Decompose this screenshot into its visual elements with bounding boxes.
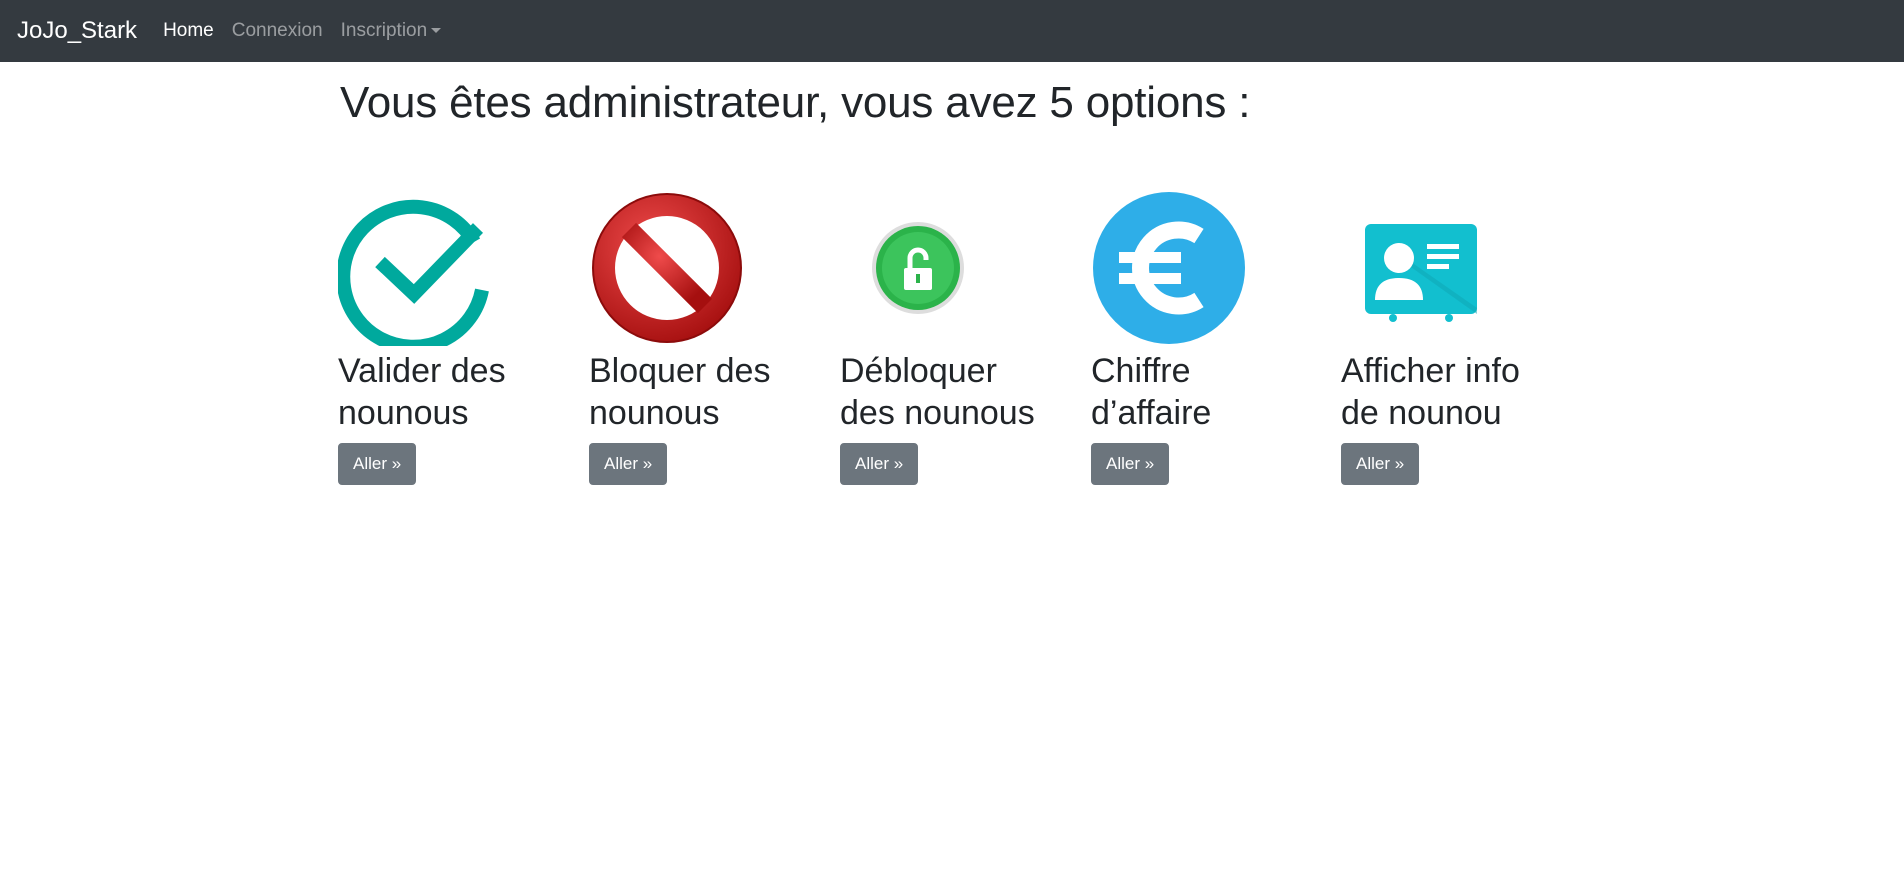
nav-inscription-dropdown[interactable]: Inscription: [341, 20, 442, 42]
option-title-line1: Chiffre: [1091, 352, 1191, 390]
chiffre-affaire-go-button[interactable]: Aller »: [1091, 443, 1170, 485]
option-title: Bloquer des nounous: [589, 350, 829, 434]
option-title-line2: d’affaire: [1091, 394, 1212, 432]
option-afficher-info: Afficher info de nounou Aller »: [1341, 190, 1581, 485]
option-title-line2: des nounous: [840, 394, 1035, 432]
option-bloquer: Bloquer des nounous Aller »: [589, 190, 829, 485]
option-title-line2: nounous: [589, 394, 720, 432]
valider-go-button[interactable]: Aller »: [338, 443, 417, 485]
check-circle-icon: [338, 199, 489, 346]
nav-home[interactable]: Home: [163, 20, 214, 42]
euro-icon: [1093, 192, 1245, 344]
option-chiffre-affaire: Chiffre d’affaire Aller »: [1091, 190, 1331, 485]
nav-connexion[interactable]: Connexion: [232, 20, 323, 42]
option-title: Valider des nounous: [338, 350, 578, 434]
page-title: Vous êtes administrateur, vous avez 5 op…: [340, 78, 1251, 127]
option-valider: Valider des nounous Aller »: [338, 190, 578, 485]
brand-logo[interactable]: JoJo_Stark: [17, 17, 137, 45]
bloquer-go-button[interactable]: Aller »: [589, 443, 668, 485]
block-sign-icon: [592, 193, 742, 343]
id-card-icon: [1365, 224, 1477, 322]
option-title-line2: nounous: [338, 394, 469, 432]
option-title: Débloquer des nounous: [840, 350, 1080, 434]
option-title: Afficher info de nounou: [1341, 350, 1581, 434]
option-title-line1: Bloquer des: [589, 352, 771, 390]
option-title: Chiffre d’affaire: [1091, 350, 1331, 434]
chevron-down-icon: [431, 28, 442, 34]
debloquer-go-button[interactable]: Aller »: [840, 443, 919, 485]
unlock-icon: [872, 222, 964, 314]
option-debloquer: Débloquer des nounous Aller »: [840, 190, 1080, 485]
top-navbar: JoJo_Stark Home Connexion Inscription: [0, 0, 1904, 62]
option-title-line1: Valider des: [338, 352, 506, 390]
option-title-line2: de nounou: [1341, 394, 1502, 432]
option-title-line1: Débloquer: [840, 352, 997, 390]
afficher-info-go-button[interactable]: Aller »: [1341, 443, 1420, 485]
nav-inscription-label: Inscription: [340, 20, 428, 41]
option-title-line1: Afficher info: [1341, 352, 1520, 390]
